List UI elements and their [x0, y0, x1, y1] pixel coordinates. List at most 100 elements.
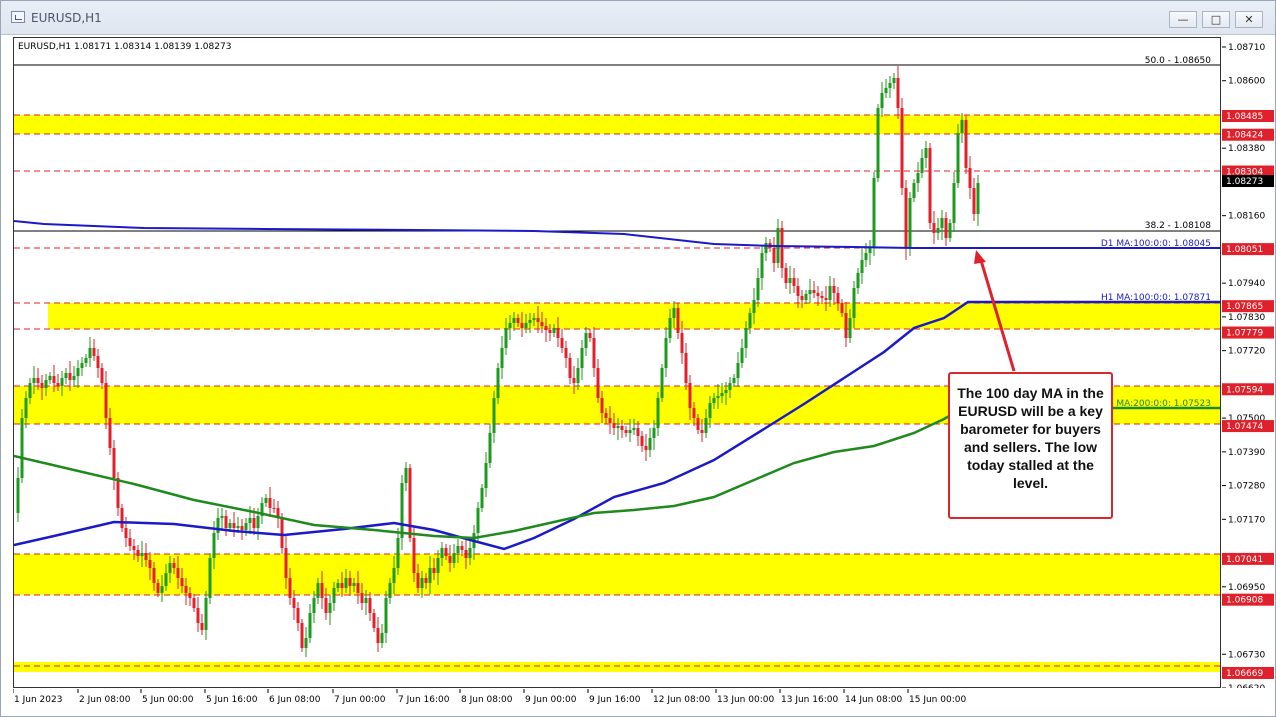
price-axis[interactable]: 1.08710 1.08600 1.08380 1.08160 1.07940 1.078…	[1222, 37, 1275, 694]
ma-d1-100-label: D1 MA:100:0:0: 1.08045	[1101, 239, 1211, 249]
candle-body	[908, 198, 912, 248]
candle-body	[216, 518, 220, 533]
time-label: 9 Jun 16:00	[589, 695, 641, 705]
candle-body	[220, 516, 224, 518]
time-label: 14 Jun 08:00	[845, 695, 902, 705]
candle-body	[972, 188, 976, 214]
candle-body	[312, 598, 316, 613]
candle-body	[612, 423, 616, 428]
candle-body	[160, 586, 164, 593]
candle-body	[356, 583, 360, 593]
candle-body	[964, 120, 968, 168]
candle-body	[648, 438, 652, 450]
candle-body	[112, 448, 116, 478]
candle-body	[320, 583, 324, 598]
candle-body	[944, 218, 948, 238]
callout-annotation: The 100 day MA in the EURUSD will be a k…	[948, 372, 1113, 519]
candle-body	[188, 593, 192, 598]
candle-body	[388, 583, 392, 598]
candle-body	[164, 573, 168, 586]
candle-body	[808, 290, 812, 294]
candle-body	[724, 390, 728, 393]
candle-body	[684, 353, 688, 383]
candle-body	[572, 378, 576, 383]
price-tag-label: 1.07474	[1226, 422, 1263, 432]
candle-body	[180, 578, 184, 586]
candle-body	[696, 418, 700, 430]
candle-body	[680, 333, 684, 353]
candle-body	[32, 378, 36, 383]
price-axis-svg: 1.08710 1.08600 1.08380 1.08160 1.07940 1.078…	[1222, 43, 1274, 694]
candle-body	[488, 433, 492, 463]
price-tag-label: 1.06908	[1226, 596, 1263, 606]
ma-d1-100-line	[14, 220, 1220, 249]
candle-body	[576, 368, 580, 383]
candle-body	[796, 286, 800, 296]
candle-body	[404, 468, 408, 483]
price-chart[interactable]: 50.0 - 1.08650 38.2 - 1.08108 D1 MA:100:…	[13, 37, 1221, 688]
candle-body	[300, 623, 304, 648]
candle-body	[692, 408, 696, 418]
candle-body	[516, 318, 520, 323]
candle-body	[476, 508, 480, 533]
candle-body	[920, 158, 924, 173]
candle-body	[24, 398, 28, 418]
candle-body	[156, 583, 160, 593]
price-tag-label: 1.08051	[1226, 245, 1263, 255]
time-axis[interactable]: 1 Jun 2023 2 Jun 08:00 5 Jun 00:00 5 Jun 16…	[12, 689, 1221, 709]
candle-body	[352, 583, 356, 586]
candle-body	[100, 368, 104, 383]
candle-body	[864, 253, 868, 260]
candle-body	[208, 558, 212, 598]
fib-50-label: 50.0 - 1.08650	[1145, 56, 1211, 66]
candle-body	[644, 446, 648, 450]
candle-body	[420, 578, 424, 588]
candle-body	[248, 518, 252, 523]
candle-body	[304, 638, 308, 648]
candle-body	[68, 373, 72, 380]
candle-body	[116, 478, 120, 508]
candle-body	[104, 383, 108, 418]
candle-body	[332, 588, 336, 603]
candle-body	[460, 546, 464, 550]
candle-body	[412, 538, 416, 573]
close-button[interactable]: ✕	[1235, 11, 1263, 28]
candle-body	[588, 333, 592, 338]
candle-body	[440, 548, 444, 558]
candle-body	[740, 348, 744, 363]
candle-body	[464, 550, 468, 558]
candle-body	[336, 583, 340, 588]
candle-body	[744, 328, 748, 348]
candle-body	[392, 568, 396, 583]
price-tag-label: 1.08485	[1226, 112, 1263, 122]
candle-body	[708, 403, 712, 418]
zone-107041-106908	[14, 554, 1220, 595]
candle-body	[444, 548, 448, 556]
candle-body	[760, 253, 764, 278]
candle-body	[780, 228, 784, 268]
ma-h1-200-label: H1 MA:200:0:0: 1.07523	[1101, 399, 1211, 409]
candle-body	[172, 563, 176, 568]
candle-body	[872, 178, 876, 248]
candle-body	[280, 518, 284, 548]
candle-body	[268, 498, 272, 508]
candle-body	[436, 558, 440, 573]
price-label: 1.06730	[1228, 650, 1265, 660]
candle-body	[752, 300, 756, 313]
time-label: 6 Jun 08:00	[269, 695, 321, 705]
candle-body	[76, 368, 80, 376]
minimize-button[interactable]: —	[1169, 11, 1197, 28]
candle-body	[636, 428, 640, 436]
candle-body	[56, 383, 60, 386]
time-label: 12 Jun 08:00	[653, 695, 710, 705]
candle-body	[432, 568, 436, 573]
candle-body	[48, 376, 52, 380]
candle-body	[408, 468, 412, 538]
candle-body	[224, 516, 228, 528]
candle-body	[64, 373, 68, 378]
candle-body	[728, 383, 732, 390]
zone-106669	[14, 662, 1220, 672]
maximize-button[interactable]: □	[1202, 11, 1230, 28]
candle-body	[852, 288, 856, 318]
candle-body	[108, 418, 112, 448]
